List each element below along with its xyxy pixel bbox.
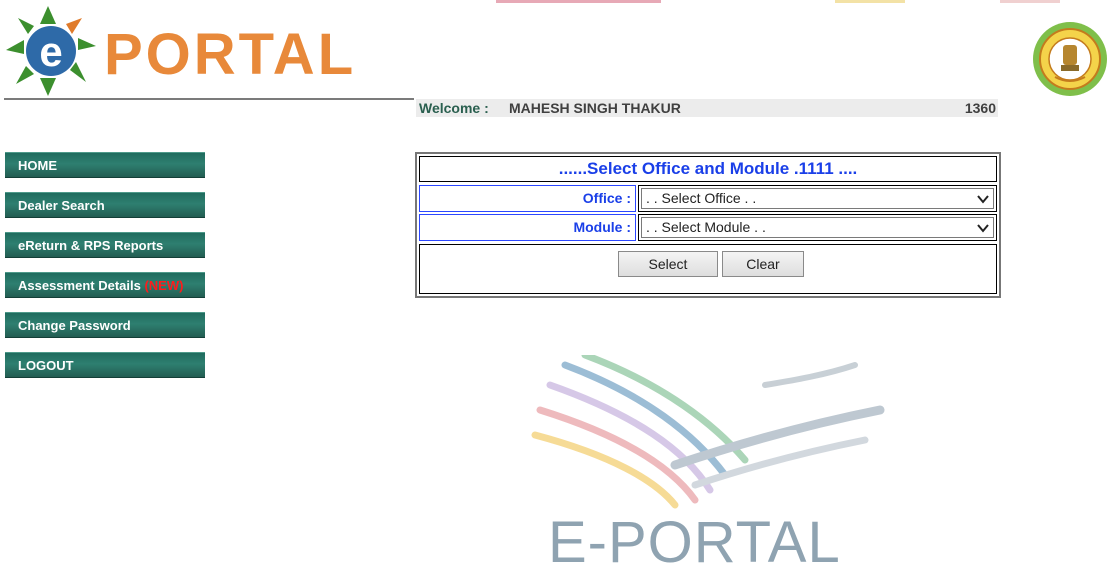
- panel-title: ......Select Office and Module .1111 ...…: [419, 156, 997, 182]
- top-decor-strip: [835, 0, 905, 3]
- office-select-cell: . . Select Office . .: [638, 185, 997, 212]
- office-selected-value: . . Select Office . .: [646, 190, 757, 206]
- select-button[interactable]: Select: [618, 251, 718, 277]
- sidebar-item-change-password[interactable]: Change Password: [5, 312, 205, 338]
- sidebar-item-assessment-details[interactable]: Assessment Details (NEW): [5, 272, 205, 298]
- handshake-swoosh-icon: [531, 355, 885, 509]
- module-select-cell: . . Select Module . .: [638, 214, 997, 241]
- chevron-down-icon: [977, 224, 989, 233]
- select-office-module-panel: ......Select Office and Module .1111 ...…: [415, 152, 1001, 298]
- module-label: Module :: [419, 214, 636, 241]
- state-emblem: [1030, 15, 1110, 103]
- sidebar-item-label: LOGOUT: [18, 358, 74, 373]
- user-code: 1360: [964, 100, 996, 116]
- logo-wordmark: PORTAL: [104, 22, 357, 87]
- sidebar-item-label: Dealer Search: [18, 198, 105, 213]
- office-label: Office :: [419, 185, 636, 212]
- top-decor-strip: [1000, 0, 1060, 3]
- header-divider: [4, 98, 414, 100]
- clear-button[interactable]: Clear: [722, 251, 804, 277]
- top-decor-strip: [496, 0, 661, 3]
- sidebar-item-label: Change Password: [18, 318, 131, 333]
- watermark-text: E-PORTAL: [548, 510, 841, 575]
- sidebar-item-dealer-search[interactable]: Dealer Search: [5, 192, 205, 218]
- state-emblem-icon: [1033, 22, 1107, 96]
- sidebar-item-logout[interactable]: LOGOUT: [5, 352, 205, 378]
- button-row: Select Clear: [419, 244, 997, 294]
- sidebar-item-label: Assessment Details: [18, 278, 141, 293]
- sidebar-item-ereturn-rps-reports[interactable]: eReturn & RPS Reports: [5, 232, 205, 258]
- chevron-down-icon: [977, 195, 989, 204]
- welcome-bar: Welcome : MAHESH SINGH THAKUR 1360: [416, 99, 998, 117]
- eportal-logo: e PORTAL: [4, 4, 353, 104]
- welcome-label: Welcome :: [419, 100, 489, 116]
- sidebar-item-label: eReturn & RPS Reports: [18, 238, 164, 253]
- sidebar-item-home[interactable]: HOME: [5, 152, 205, 178]
- user-name: MAHESH SINGH THAKUR: [509, 100, 681, 116]
- module-selected-value: . . Select Module . .: [646, 219, 766, 235]
- eportal-logo-icon: e: [6, 6, 96, 96]
- module-select[interactable]: . . Select Module . .: [641, 217, 994, 238]
- sidebar-item-label: HOME: [18, 158, 57, 173]
- logo-letter: e: [39, 28, 62, 75]
- office-select[interactable]: . . Select Office . .: [641, 188, 994, 209]
- new-badge: (NEW): [144, 278, 184, 293]
